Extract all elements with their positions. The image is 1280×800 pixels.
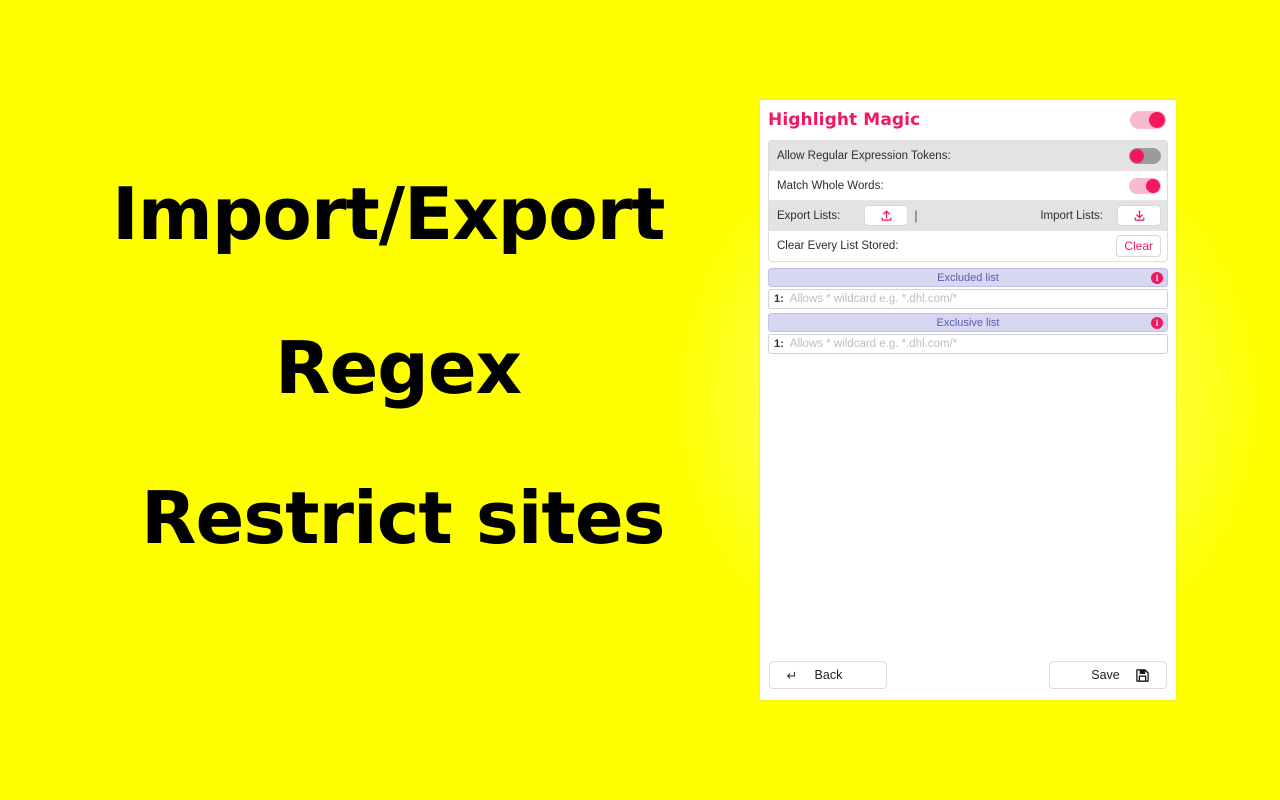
download-icon: [1133, 209, 1146, 222]
excluded-list-title: Excluded list: [937, 271, 999, 284]
setting-row-match-whole-words: Match Whole Words:: [769, 171, 1167, 201]
popup-footer: ↵ Back Save: [760, 660, 1176, 690]
exclusive-list-block: Exclusive list i 1: Allows * wildcard e.…: [768, 313, 1168, 354]
promo-line-import-export: Import/Export: [112, 172, 666, 256]
promo-line-regex: Regex: [275, 326, 522, 410]
setting-label-clear-lists: Clear Every List Stored:: [777, 240, 899, 252]
import-lists-button[interactable]: [1117, 205, 1161, 226]
save-button-label: Save: [1091, 668, 1120, 682]
popup-title: Highlight Magic: [768, 110, 921, 130]
settings-card: Allow Regular Expression Tokens: Match W…: [768, 140, 1168, 262]
match-whole-words-toggle-knob: [1146, 178, 1160, 193]
allow-regex-toggle[interactable]: [1129, 147, 1161, 164]
setting-label-allow-regex: Allow Regular Expression Tokens:: [777, 149, 951, 162]
master-enable-toggle-knob: [1149, 112, 1165, 128]
promo-headline-group: Import/Export Regex Restrict sites: [0, 0, 700, 800]
info-icon[interactable]: i: [1151, 316, 1163, 329]
save-icon: [1135, 668, 1150, 683]
allow-regex-toggle-knob: [1130, 148, 1144, 163]
promo-line-restrict-sites: Restrict sites: [141, 476, 666, 560]
exclusive-list-header: Exclusive list i: [768, 313, 1168, 332]
excluded-list-block: Excluded list i 1: Allows * wildcard e.g…: [768, 268, 1168, 309]
export-lists-button[interactable]: [864, 205, 909, 226]
return-arrow-icon: ↵: [786, 667, 798, 683]
setting-label-import-lists: Import Lists:: [1040, 209, 1103, 222]
clear-lists-button[interactable]: Clear: [1116, 235, 1161, 257]
master-enable-toggle[interactable]: [1130, 111, 1166, 129]
match-whole-words-toggle[interactable]: [1129, 177, 1161, 194]
setting-row-export-import: Export Lists: | Import Lists:: [769, 201, 1167, 231]
popup-header: Highlight Magic: [760, 100, 1176, 140]
back-button[interactable]: ↵ Back: [769, 661, 887, 689]
excluded-list-input-1[interactable]: Allows * wildcard e.g. *.dhl.com/*: [790, 293, 957, 305]
extension-popup-panel: Highlight Magic Allow Regular Expression…: [760, 100, 1176, 700]
setting-label-match-whole-words: Match Whole Words:: [777, 179, 884, 192]
back-button-label: Back: [814, 668, 843, 682]
setting-row-clear-lists: Clear Every List Stored: Clear: [769, 231, 1167, 261]
list-item[interactable]: 1: Allows * wildcard e.g. *.dhl.com/*: [768, 334, 1168, 354]
row-index: 1:: [774, 338, 784, 350]
upload-icon: [880, 209, 893, 222]
list-item[interactable]: 1: Allows * wildcard e.g. *.dhl.com/*: [768, 289, 1168, 309]
row-index: 1:: [774, 293, 784, 305]
setting-row-allow-regex: Allow Regular Expression Tokens:: [769, 141, 1167, 171]
info-icon[interactable]: i: [1151, 271, 1163, 284]
exclusive-list-title: Exclusive list: [936, 316, 1000, 329]
setting-label-export-lists: Export Lists:: [777, 209, 841, 222]
excluded-list-header: Excluded list i: [768, 268, 1168, 287]
save-button[interactable]: Save: [1049, 661, 1167, 689]
lists-container: Excluded list i 1: Allows * wildcard e.g…: [768, 268, 1168, 354]
exclusive-list-input-1[interactable]: Allows * wildcard e.g. *.dhl.com/*: [790, 338, 957, 350]
export-import-divider: |: [914, 208, 918, 223]
